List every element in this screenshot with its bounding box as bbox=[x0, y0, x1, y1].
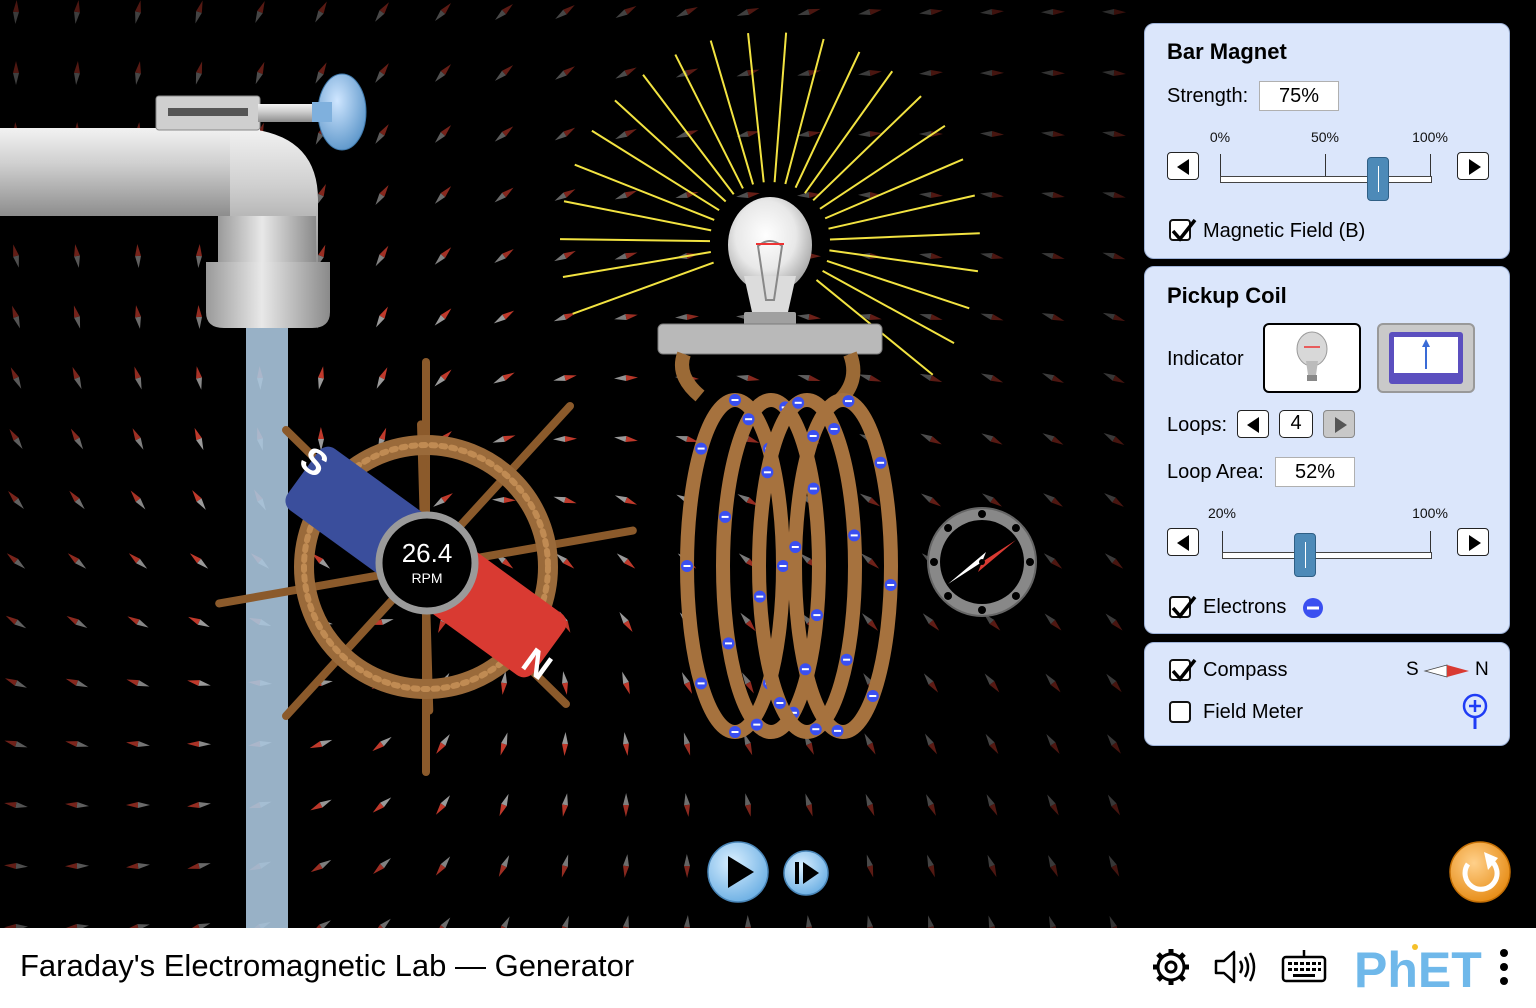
phet-logo-mark: PhET bbox=[1354, 942, 1482, 998]
compass-legend-s: S bbox=[1406, 659, 1419, 680]
indicator-label: Indicator bbox=[1167, 348, 1244, 370]
compass-legend-n: N bbox=[1475, 659, 1489, 680]
strength-tick-50: 50% bbox=[1310, 129, 1340, 145]
checkmark-icon bbox=[1171, 218, 1197, 242]
electrons-checkbox[interactable] bbox=[1169, 595, 1197, 619]
compass[interactable] bbox=[927, 507, 1037, 617]
indicator-lightbulb-button[interactable] bbox=[1263, 323, 1361, 393]
loop-area-label: Loop Area: bbox=[1167, 461, 1264, 483]
compass-label: Compass bbox=[1203, 659, 1288, 681]
field-meter-checkbox[interactable] bbox=[1169, 701, 1191, 723]
strength-increase-button[interactable] bbox=[1457, 152, 1489, 180]
strength-tick-0: 0% bbox=[1209, 129, 1231, 145]
more-icon[interactable] bbox=[1497, 947, 1511, 987]
voltmeter-icon bbox=[1389, 332, 1463, 384]
strength-value: 75% bbox=[1259, 81, 1339, 111]
compass-needle-icon bbox=[1423, 664, 1469, 678]
loops-increase-button[interactable] bbox=[1323, 410, 1355, 438]
pickup-coil-panel: Pickup Coil Indicator Loops: 4 Loop Area… bbox=[1144, 266, 1510, 634]
indicator-voltmeter-button[interactable] bbox=[1377, 323, 1475, 393]
lightbulb-icon bbox=[1296, 331, 1328, 381]
bar-magnet-panel-title: Bar Magnet bbox=[1167, 39, 1287, 64]
loop-area-slider-track[interactable] bbox=[1222, 552, 1432, 559]
checkmark-icon bbox=[1171, 595, 1197, 619]
loops-value: 4 bbox=[1279, 410, 1313, 438]
electron-icon bbox=[1303, 598, 1323, 618]
loops-label: Loops: bbox=[1167, 414, 1228, 436]
sound-icon[interactable] bbox=[1213, 947, 1259, 987]
rpm-unit: RPM bbox=[411, 570, 442, 586]
simulation-area: S N 26.4 RPM Bar Magnet Strength: 75% 0%… bbox=[0, 0, 1536, 928]
left-arrow-icon bbox=[1247, 417, 1259, 433]
loop-area-increase-button[interactable] bbox=[1457, 528, 1489, 556]
field-meter-label: Field Meter bbox=[1203, 701, 1304, 723]
loop-area-tick-100: 100% bbox=[1412, 505, 1448, 521]
loop-area-decrease-button[interactable] bbox=[1167, 528, 1199, 556]
compass-checkbox[interactable] bbox=[1169, 658, 1197, 682]
reset-all-button[interactable] bbox=[1449, 841, 1511, 903]
loop-area-tick-20: 20% bbox=[1207, 505, 1237, 521]
light-bulb bbox=[657, 197, 883, 355]
pickup-coil-panel-title: Pickup Coil bbox=[1167, 283, 1287, 308]
navigation-bar: Faraday's Electromagnetic Lab — Generato… bbox=[0, 928, 1536, 1008]
loops-decrease-button[interactable] bbox=[1237, 410, 1269, 438]
phet-logo[interactable]: PhET bbox=[1354, 942, 1484, 998]
settings-icon[interactable] bbox=[1151, 947, 1191, 987]
right-arrow-icon bbox=[1469, 159, 1481, 175]
step-button[interactable] bbox=[783, 850, 829, 896]
checkmark-icon bbox=[1171, 658, 1197, 682]
play-button[interactable] bbox=[707, 841, 769, 903]
svg-text:PhET: PhET bbox=[1354, 942, 1482, 994]
keyboard-icon[interactable] bbox=[1281, 947, 1327, 987]
loop-area-slider-thumb[interactable] bbox=[1294, 533, 1317, 577]
rpm-value: 26.4 bbox=[402, 538, 453, 568]
app-title: Faraday's Electromagnetic Lab — Generato… bbox=[20, 948, 635, 983]
magnetic-field-label: Magnetic Field (B) bbox=[1203, 220, 1366, 242]
strength-decrease-button[interactable] bbox=[1167, 152, 1199, 180]
strength-tick-100: 100% bbox=[1412, 129, 1448, 145]
step-icon bbox=[795, 862, 799, 884]
water-stream bbox=[246, 322, 288, 928]
faucet-knob[interactable] bbox=[312, 73, 367, 151]
right-arrow-icon bbox=[1335, 417, 1347, 433]
magnetic-field-checkbox[interactable] bbox=[1169, 218, 1197, 242]
electrons-label: Electrons bbox=[1203, 596, 1287, 618]
faucet bbox=[0, 95, 330, 328]
strength-slider-track[interactable] bbox=[1220, 176, 1432, 183]
tools-panel: Compass S N Field Meter bbox=[1144, 642, 1510, 746]
left-arrow-icon bbox=[1177, 159, 1189, 175]
pickup-coil bbox=[675, 351, 898, 739]
left-arrow-icon bbox=[1177, 535, 1189, 551]
field-meter-icon[interactable] bbox=[1460, 693, 1490, 731]
strength-label: Strength: bbox=[1167, 85, 1249, 107]
loop-area-value: 52% bbox=[1275, 457, 1355, 487]
right-arrow-icon bbox=[1469, 535, 1481, 551]
bar-magnet-panel: Bar Magnet Strength: 75% 0% 50% 100% Mag… bbox=[1144, 23, 1510, 259]
strength-slider-thumb[interactable] bbox=[1366, 157, 1389, 201]
